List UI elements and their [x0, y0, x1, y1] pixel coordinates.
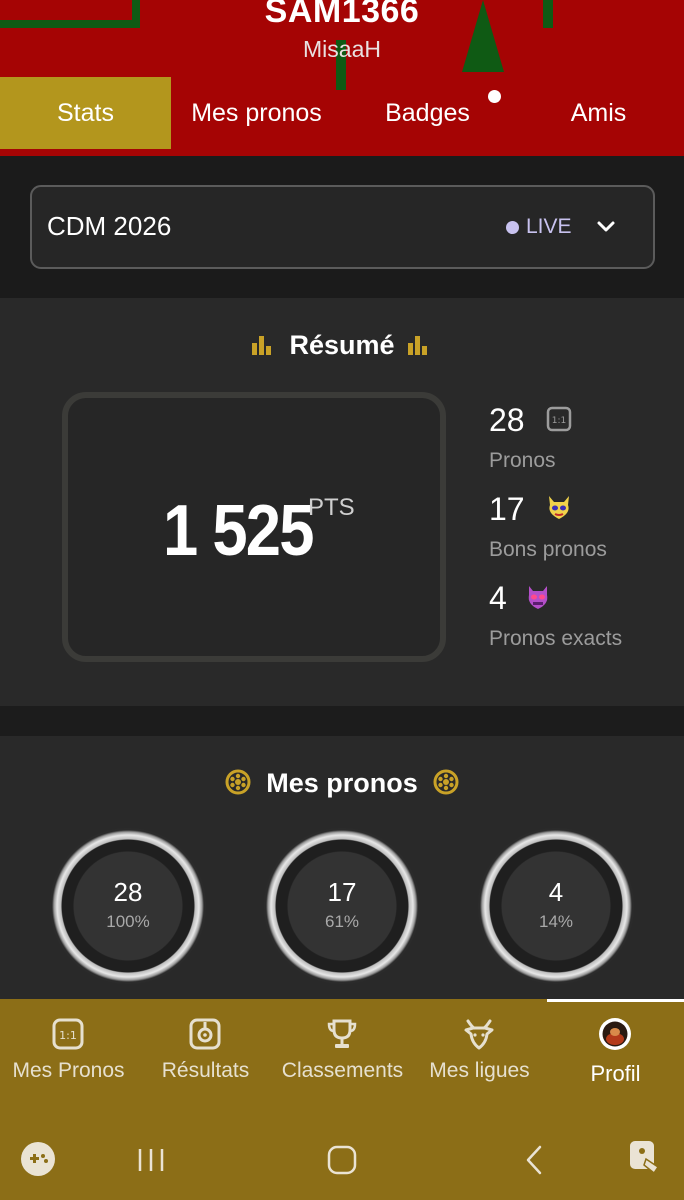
tab-stats-label: Stats	[57, 98, 114, 127]
stat-bons-label: Bons pronos	[489, 538, 607, 561]
ring-percent: 100%	[106, 912, 150, 931]
stat-bons-value: 17	[489, 491, 525, 527]
tab-mes-pronos[interactable]: Mes pronos	[171, 77, 342, 149]
competition-name: CDM 2026	[47, 211, 172, 241]
resume-section: Résumé 1 525 PTS 28 1:1 Pronos 17 Bons p…	[0, 298, 684, 706]
chevron-down-icon	[597, 221, 615, 232]
score-box-icon: 1:1	[546, 406, 572, 432]
profile-header: SAM1366 MisaaH Stats Mes pronos Badges A…	[0, 0, 684, 156]
nav-profil-label: Profil	[590, 1061, 641, 1086]
tab-badges-label: Badges	[385, 98, 470, 127]
whistle-icon	[189, 1018, 221, 1050]
goat-icon	[464, 1019, 494, 1050]
accessibility-touch-icon[interactable]	[628, 1139, 664, 1175]
user-subtitle: MisaaH	[303, 36, 381, 62]
profile-tabs: Stats Mes pronos Badges Amis	[0, 77, 684, 149]
game-launcher-icon[interactable]	[20, 1141, 56, 1177]
pronos-total-ring: 28 100%	[50, 828, 206, 984]
ring-value: 28	[113, 877, 143, 907]
tab-badges[interactable]: Badges	[342, 77, 513, 149]
username: SAM1366	[264, 0, 420, 30]
yellow-mask-icon	[549, 496, 569, 519]
avatar-icon	[599, 1018, 631, 1050]
nav-classements-label: Classements	[281, 1059, 404, 1082]
live-badge: LIVE	[526, 215, 572, 238]
ring-value: 17	[327, 877, 357, 907]
football-icon	[433, 769, 459, 795]
stat-exacts-label: Pronos exacts	[489, 627, 623, 650]
stat-pronos-value: 28	[489, 402, 525, 438]
system-nav-bar	[0, 1111, 684, 1200]
stat-pronos-label: Pronos	[489, 449, 556, 472]
nav-mes-pronos-label: Mes Pronos	[12, 1059, 125, 1082]
points-card: 1 525 PTS	[62, 392, 446, 662]
tab-amis-label: Amis	[570, 98, 627, 127]
section-divider	[0, 706, 684, 736]
tab-amis[interactable]: Amis	[513, 77, 684, 149]
points-value: 1 525	[163, 491, 315, 571]
svg-text:1:1: 1:1	[552, 416, 566, 426]
score-box-icon: 1:1	[52, 1018, 84, 1050]
ring-value: 4	[548, 877, 564, 907]
back-icon[interactable]	[524, 1145, 544, 1175]
live-dot-icon	[506, 221, 519, 234]
tab-mes-pronos-label: Mes pronos	[191, 98, 322, 127]
nav-classements[interactable]: Classements	[274, 999, 411, 1111]
recent-apps-icon[interactable]	[136, 1147, 166, 1173]
nav-profil[interactable]: Profil	[547, 999, 684, 1111]
trophy-icon	[327, 1019, 357, 1048]
notification-dot	[488, 90, 501, 103]
bar-chart-icon	[408, 336, 427, 355]
bottom-nav: 1:1 Mes Pronos Résultats Classements Mes…	[0, 999, 684, 1111]
pronos-exacts-ring: 4 14%	[478, 828, 634, 984]
mes-pronos-title: Mes pronos	[266, 768, 418, 798]
nav-mes-pronos[interactable]: 1:1 Mes Pronos	[0, 999, 137, 1111]
nav-resultats[interactable]: Résultats	[137, 999, 274, 1111]
svg-text:1:1: 1:1	[59, 1029, 77, 1042]
ring-percent: 14%	[538, 912, 574, 931]
mes-pronos-section: Mes pronos 28 100% 17 61% 4 14%	[0, 736, 684, 1000]
nav-mes-ligues-label: Mes ligues	[429, 1059, 530, 1082]
nav-resultats-label: Résultats	[161, 1059, 250, 1082]
ring-percent: 61%	[324, 912, 360, 931]
nav-mes-ligues[interactable]: Mes ligues	[411, 999, 548, 1111]
stat-exacts-value: 4	[489, 580, 507, 616]
tab-stats[interactable]: Stats	[0, 77, 171, 149]
competition-select[interactable]: CDM 2026 LIVE	[30, 185, 655, 269]
points-unit: PTS	[308, 494, 355, 521]
purple-mask-icon	[528, 586, 548, 609]
pronos-bons-ring: 17 61%	[264, 828, 420, 984]
resume-title: Résumé	[289, 330, 395, 360]
home-icon[interactable]	[327, 1145, 357, 1175]
